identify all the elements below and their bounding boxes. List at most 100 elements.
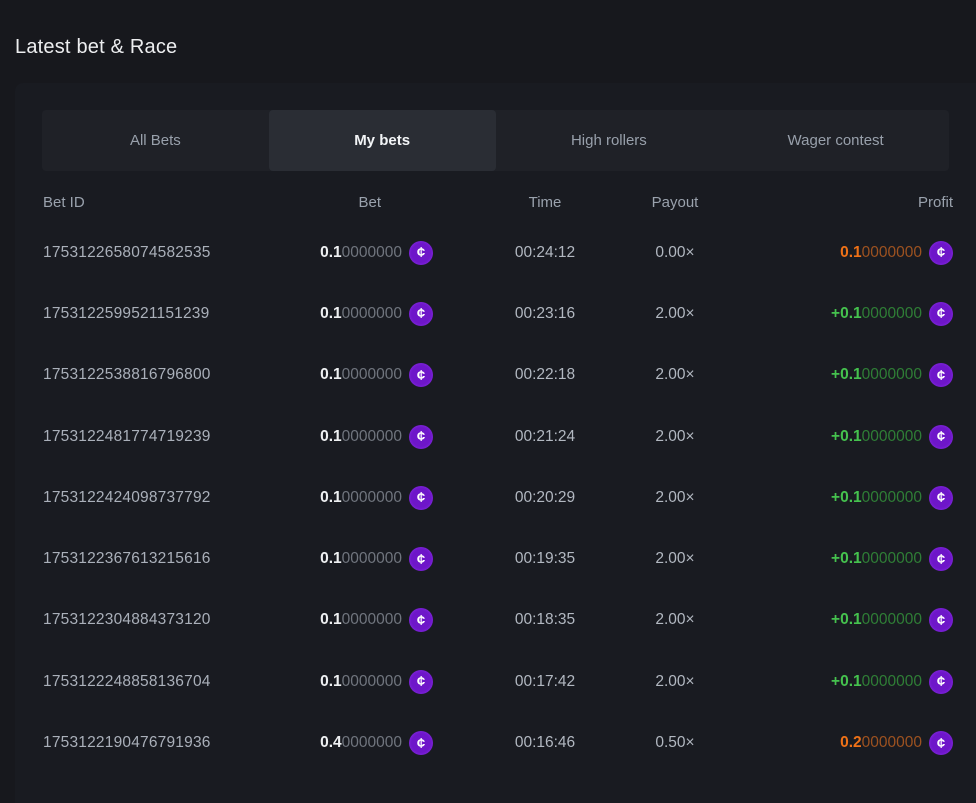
tab-label: Wager contest [788, 132, 884, 149]
bet-profit-cell: 0.20000000 ¢ [725, 731, 953, 755]
bet-time-value: 00:22:18 [465, 366, 625, 384]
coin-icon: ¢ [409, 302, 433, 326]
profit-amount: +0.10000000 [831, 366, 922, 384]
coin-icon: ¢ [929, 731, 953, 755]
tab-all-bets[interactable]: All Bets [42, 110, 269, 171]
bet-profit-cell: +0.10000000 ¢ [725, 302, 953, 326]
tab-my-bets[interactable]: My bets [269, 110, 496, 171]
coin-icon: ¢ [929, 425, 953, 449]
coin-icon: ¢ [409, 670, 433, 694]
bet-amount: 0.10000000 [320, 428, 402, 446]
bet-profit-cell: +0.10000000 ¢ [725, 425, 953, 449]
bet-amount: 0.10000000 [320, 550, 402, 568]
tab-label: All Bets [130, 132, 181, 149]
bet-amount: 0.10000000 [320, 611, 402, 629]
coin-icon: ¢ [409, 731, 433, 755]
bet-payout-value: 2.00× [625, 428, 725, 446]
coin-icon: ¢ [409, 547, 433, 571]
bet-amount: 0.10000000 [320, 305, 402, 323]
bet-id-value: 1753122367613215616 [43, 550, 263, 568]
coin-icon: ¢ [409, 363, 433, 387]
profit-amount: +0.10000000 [831, 611, 922, 629]
bet-amount-cell: 0.10000000 ¢ [263, 608, 433, 632]
bet-amount: 0.40000000 [320, 734, 402, 752]
profit-amount: 0.10000000 [840, 244, 922, 262]
profit-amount: +0.10000000 [831, 428, 922, 446]
profit-amount: +0.10000000 [831, 550, 922, 568]
column-header-time: Time [465, 194, 625, 211]
bet-amount: 0.10000000 [320, 673, 402, 691]
page-title: Latest bet & Race [15, 36, 177, 59]
bet-profit-cell: 0.10000000 ¢ [725, 241, 953, 265]
bet-payout-value: 2.00× [625, 305, 725, 323]
bet-payout-value: 0.00× [625, 244, 725, 262]
bet-time-value: 00:24:12 [465, 244, 625, 262]
tab-label: My bets [354, 132, 410, 149]
bet-payout-value: 2.00× [625, 611, 725, 629]
bet-amount: 0.10000000 [320, 489, 402, 507]
table-row[interactable]: 1753122538816796800 0.10000000 ¢ 00:22:1… [43, 345, 953, 406]
table-row[interactable]: 1753122481774719239 0.10000000 ¢ 00:21:2… [43, 406, 953, 467]
bet-profit-cell: +0.10000000 ¢ [725, 670, 953, 694]
table-row[interactable]: 1753122190476791936 0.40000000 ¢ 00:16:4… [43, 712, 953, 773]
bet-id-value: 1753122481774719239 [43, 428, 263, 446]
bet-payout-value: 0.50× [625, 734, 725, 752]
bet-profit-cell: +0.10000000 ¢ [725, 363, 953, 387]
profit-amount: +0.10000000 [831, 305, 922, 323]
bet-id-value: 1753122599521151239 [43, 305, 263, 323]
column-header-payout: Payout [625, 194, 725, 211]
bet-amount-cell: 0.10000000 ¢ [263, 241, 433, 265]
coin-icon: ¢ [409, 486, 433, 510]
coin-icon: ¢ [929, 241, 953, 265]
bet-amount-cell: 0.10000000 ¢ [263, 302, 433, 326]
tab-high-rollers[interactable]: High rollers [496, 110, 723, 171]
bet-id-value: 1753122190476791936 [43, 734, 263, 752]
bet-amount-cell: 0.40000000 ¢ [263, 731, 433, 755]
coin-icon: ¢ [409, 608, 433, 632]
coin-icon: ¢ [929, 302, 953, 326]
column-header-bet-id: Bet ID [43, 194, 263, 211]
bet-time-value: 00:20:29 [465, 489, 625, 507]
coin-icon: ¢ [409, 425, 433, 449]
bets-tabbar: All Bets My bets High rollers Wager cont… [42, 110, 949, 171]
bet-amount-cell: 0.10000000 ¢ [263, 486, 433, 510]
bet-profit-cell: +0.10000000 ¢ [725, 608, 953, 632]
latest-bet-panel: All Bets My bets High rollers Wager cont… [15, 83, 976, 803]
table-row[interactable]: 1753122599521151239 0.10000000 ¢ 00:23:1… [43, 283, 953, 344]
bet-time-value: 00:23:16 [465, 305, 625, 323]
bet-time-value: 00:21:24 [465, 428, 625, 446]
bet-amount: 0.10000000 [320, 366, 402, 384]
bet-time-value: 00:17:42 [465, 673, 625, 691]
column-header-bet: Bet [263, 194, 433, 211]
profit-amount: +0.10000000 [831, 673, 922, 691]
column-header-profit: Profit [725, 194, 953, 211]
bet-profit-cell: +0.10000000 ¢ [725, 547, 953, 571]
coin-icon: ¢ [929, 363, 953, 387]
bet-amount-cell: 0.10000000 ¢ [263, 547, 433, 571]
table-row[interactable]: 1753122304884373120 0.10000000 ¢ 00:18:3… [43, 590, 953, 651]
coin-icon: ¢ [929, 486, 953, 510]
bet-payout-value: 2.00× [625, 489, 725, 507]
profit-amount: 0.20000000 [840, 734, 922, 752]
bet-payout-value: 2.00× [625, 550, 725, 568]
profit-amount: +0.10000000 [831, 489, 922, 507]
bet-payout-value: 2.00× [625, 673, 725, 691]
bet-time-value: 00:19:35 [465, 550, 625, 568]
table-row[interactable]: 1753122658074582535 0.10000000 ¢ 00:24:1… [43, 222, 953, 283]
bet-amount: 0.10000000 [320, 244, 402, 262]
table-row[interactable]: 1753122248858136704 0.10000000 ¢ 00:17:4… [43, 651, 953, 712]
table-row[interactable]: 1753122367613215616 0.10000000 ¢ 00:19:3… [43, 528, 953, 589]
coin-icon: ¢ [409, 241, 433, 265]
bet-time-value: 00:16:46 [465, 734, 625, 752]
bet-amount-cell: 0.10000000 ¢ [263, 670, 433, 694]
table-header-row: Bet ID Bet Time Payout Profit [43, 182, 953, 222]
bet-amount-cell: 0.10000000 ¢ [263, 425, 433, 449]
table-row[interactable]: 1753122424098737792 0.10000000 ¢ 00:20:2… [43, 467, 953, 528]
tab-label: High rollers [571, 132, 647, 149]
bet-profit-cell: +0.10000000 ¢ [725, 486, 953, 510]
bet-id-value: 1753122424098737792 [43, 489, 263, 507]
table-body: 1753122658074582535 0.10000000 ¢ 00:24:1… [43, 222, 953, 774]
bet-amount-cell: 0.10000000 ¢ [263, 363, 433, 387]
bet-payout-value: 2.00× [625, 366, 725, 384]
tab-wager-contest[interactable]: Wager contest [722, 110, 949, 171]
